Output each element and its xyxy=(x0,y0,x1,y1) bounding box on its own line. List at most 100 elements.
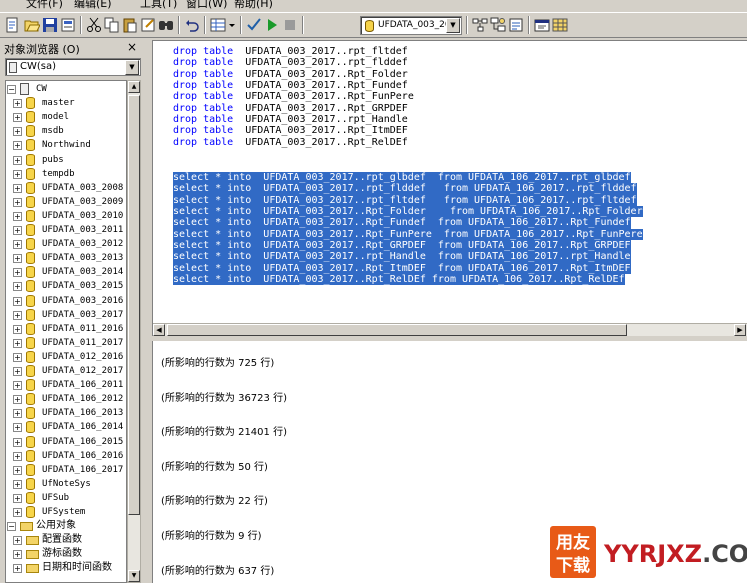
tree-item[interactable]: + UfNoteSys xyxy=(6,477,126,491)
expand-icon[interactable]: + xyxy=(13,127,22,137)
code-line[interactable]: drop table UFDATA_003_2017..rpt_Handle xyxy=(173,114,408,125)
expand-icon[interactable]: + xyxy=(13,508,22,517)
tree-scrollbar[interactable]: ▲ ▼ xyxy=(127,80,141,583)
selected-code-line[interactable]: select * into UFDATA_003_2017..rpt_fltde… xyxy=(173,194,637,206)
options-icon[interactable] xyxy=(508,17,524,33)
tree-item[interactable]: + UFSub xyxy=(6,491,126,505)
query-editor[interactable]: drop table UFDATA_003_2017..rpt_fltdef dr… xyxy=(152,40,747,337)
tree-item[interactable]: + UFDATA_106_2015 xyxy=(6,435,126,449)
tree-item[interactable]: + UFDATA_012_2016 xyxy=(6,350,126,364)
tree-item[interactable]: + UFDATA_012_2017 xyxy=(6,364,126,378)
expand-icon[interactable]: + xyxy=(13,409,22,419)
expand-icon[interactable]: + xyxy=(13,550,22,560)
expand-icon[interactable]: + xyxy=(13,479,22,489)
open-icon[interactable] xyxy=(24,17,40,33)
expand-icon[interactable]: + xyxy=(13,381,22,391)
tree-item[interactable]: + UFDATA_003_2008 xyxy=(6,181,126,195)
undo-icon[interactable] xyxy=(184,17,200,33)
expand-icon[interactable]: + xyxy=(13,536,22,546)
expand-icon[interactable]: + xyxy=(13,564,22,574)
expand-icon[interactable]: + xyxy=(13,310,22,320)
menu-item[interactable]: 文件(F) xyxy=(26,0,63,11)
tree-item[interactable]: + UFDATA_106_2013 xyxy=(6,406,126,420)
expand-icon[interactable]: + xyxy=(13,169,22,179)
code-line[interactable]: drop table UFDATA_003_2017..Rpt_RelDEf xyxy=(173,137,408,148)
expand-icon[interactable]: + xyxy=(13,226,22,235)
tree-item[interactable]: − CW xyxy=(6,82,126,96)
expand-icon[interactable]: + xyxy=(13,465,22,475)
tree-item[interactable]: + UFDATA_003_2012 xyxy=(6,237,126,251)
code-line[interactable]: drop table UFDATA_003_2017..Rpt_GRPDEF xyxy=(173,103,408,114)
code-line[interactable]: drop table UFDATA_003_2017..Rpt_Folder xyxy=(173,69,408,80)
tree-item[interactable]: + tempdb xyxy=(6,167,126,181)
code-line[interactable]: drop table UFDATA_003_2017..Rpt_FunPere xyxy=(173,91,414,102)
code-line[interactable]: drop table UFDATA_003_2017..rpt_flddef xyxy=(173,57,408,68)
grid-icon[interactable] xyxy=(552,17,568,33)
expand-icon[interactable]: + xyxy=(13,324,22,334)
execute-icon[interactable] xyxy=(264,17,280,33)
tree-item[interactable]: + 日期和时间函数 xyxy=(6,561,126,575)
selected-code-line[interactable]: select * into UFDATA_003_2017..Rpt_GRPDE… xyxy=(173,240,631,252)
expand-icon[interactable]: + xyxy=(13,367,22,376)
expand-icon[interactable]: + xyxy=(13,423,22,433)
scroll-thumb[interactable] xyxy=(167,324,627,336)
cancel-query-icon[interactable] xyxy=(282,17,298,33)
expand-icon[interactable]: + xyxy=(13,268,22,278)
scroll-thumb[interactable] xyxy=(128,95,140,515)
selected-code-line[interactable]: select * into UFDATA_003_2017..rpt_fldde… xyxy=(173,183,637,195)
menu-item[interactable]: 帮助(H) xyxy=(234,0,273,11)
collapse-icon[interactable]: − xyxy=(7,522,16,532)
tree-item[interactable]: + UFDATA_003_2011 xyxy=(6,223,126,237)
expand-icon[interactable]: + xyxy=(13,451,22,461)
paste-icon[interactable] xyxy=(122,17,138,33)
expand-icon[interactable]: + xyxy=(13,197,22,207)
tree-item[interactable]: + UFDATA_003_2009 xyxy=(6,195,126,209)
tree-item[interactable]: + master xyxy=(6,96,126,110)
tree-item[interactable]: + pubs xyxy=(6,153,126,167)
tree-item[interactable]: + UFDATA_003_2016 xyxy=(6,294,126,308)
selected-code-line[interactable]: select * into UFDATA_003_2017..rpt_glbde… xyxy=(173,172,631,184)
editor-horizontal-scrollbar[interactable]: ◀ ▶ xyxy=(153,323,747,337)
tree-item[interactable]: + UFDATA_106_2016 xyxy=(6,449,126,463)
selected-code-line[interactable]: select * into UFDATA_003_2017..Rpt_ItmDE… xyxy=(173,262,631,275)
selected-code-line[interactable]: select * into UFDATA_003_2017..Rpt_Funde… xyxy=(173,217,631,229)
tree-item[interactable]: + Northwind xyxy=(6,138,126,152)
expand-icon[interactable]: + xyxy=(13,282,22,292)
estimated-plan-icon[interactable] xyxy=(472,17,488,33)
chevron-down-icon[interactable]: ▼ xyxy=(446,18,460,33)
close-icon[interactable]: × xyxy=(125,40,139,54)
tree-item[interactable]: + UFDATA_011_2016 xyxy=(6,322,126,336)
expand-icon[interactable]: + xyxy=(13,352,22,362)
tree-item[interactable]: + UFDATA_003_2014 xyxy=(6,265,126,279)
save-icon[interactable] xyxy=(42,17,58,33)
scroll-right-icon[interactable]: ▶ xyxy=(734,324,746,336)
cut-icon[interactable] xyxy=(86,17,102,33)
database-select[interactable]: UFDATA_003_20 ▼ xyxy=(360,16,462,35)
menu-item[interactable]: 编辑(E) xyxy=(74,0,112,11)
chevron-down-icon[interactable]: ▼ xyxy=(125,60,139,75)
scroll-down-icon[interactable]: ▼ xyxy=(128,570,140,582)
selected-code-line[interactable]: select * into UFDATA_003_2017..Rpt_FunPe… xyxy=(173,228,643,241)
tree-item[interactable]: + UFDATA_106_2017 xyxy=(6,463,126,477)
expand-icon[interactable]: + xyxy=(13,183,22,193)
menu-item[interactable]: 工具(T) xyxy=(140,0,177,11)
collapse-icon[interactable]: − xyxy=(7,85,16,94)
expand-icon[interactable]: + xyxy=(13,99,22,109)
code-line[interactable]: drop table UFDATA_003_2017..Rpt_ItmDEF xyxy=(173,125,408,136)
expand-icon[interactable]: + xyxy=(13,211,22,221)
expand-icon[interactable]: + xyxy=(13,141,22,151)
object-tree[interactable]: − CW + master + model + msdb + Northwind + pubs + tem… xyxy=(5,80,127,583)
tree-item[interactable]: + UFDATA_011_2017 xyxy=(6,336,126,350)
copy-icon[interactable] xyxy=(104,17,120,33)
menu-item[interactable]: 窗口(W) xyxy=(186,0,227,11)
clear-window-icon[interactable] xyxy=(140,17,156,33)
tree-item[interactable]: + UFDATA_003_2013 xyxy=(6,251,126,265)
tree-item[interactable]: + model xyxy=(6,110,126,124)
tree-item[interactable]: − 公用对象 xyxy=(6,519,126,533)
expand-icon[interactable]: + xyxy=(13,155,22,165)
tree-item[interactable]: + UFDATA_003_2017 xyxy=(6,308,126,322)
code-line[interactable]: drop table UFDATA_003_2017..Rpt_Fundef xyxy=(173,80,408,91)
tree-item[interactable]: + UFDATA_106_2014 xyxy=(6,420,126,434)
selected-code-line[interactable]: select * into UFDATA_003_2017..rpt_Handl… xyxy=(173,251,631,263)
new-query-icon[interactable] xyxy=(4,17,20,33)
